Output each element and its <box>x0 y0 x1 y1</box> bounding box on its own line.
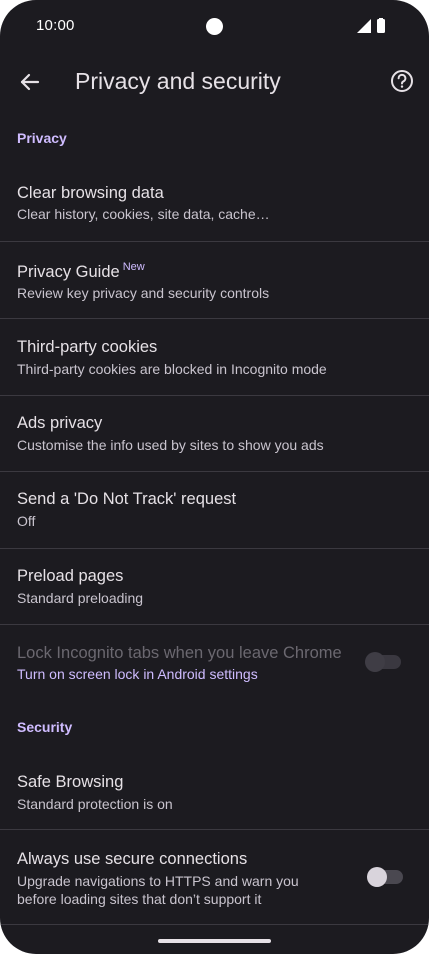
lock-incognito-toggle <box>365 652 401 672</box>
third-party-cookies-item[interactable]: Third-party cookies Third-party cookies … <box>0 319 429 395</box>
item-title: Always use secure connections <box>17 850 248 868</box>
item-subtitle: Customise the info used by sites to show… <box>17 437 324 453</box>
signal-icon <box>357 19 371 33</box>
status-time: 10:00 <box>36 17 75 34</box>
item-subtitle: Standard preloading <box>17 590 144 606</box>
safe-browsing-item[interactable]: Safe Browsing Standard protection is on <box>0 755 429 829</box>
home-indicator[interactable] <box>158 939 271 943</box>
status-icons <box>357 18 391 34</box>
signal-battery-icons <box>357 18 385 33</box>
item-subtitle: Clear history, cookies, site data, cache… <box>17 206 270 222</box>
always-secure-connections-item[interactable]: Always use secure connections Upgrade na… <box>0 830 429 923</box>
item-title: Privacy Guide New <box>17 261 145 282</box>
app-bar: Privacy and security <box>0 52 429 112</box>
section-header-privacy: Privacy <box>17 130 67 146</box>
preload-pages-item[interactable]: Preload pages Standard preloading <box>0 549 429 624</box>
battery-icon <box>377 19 385 33</box>
item-subtitle-line1: Upgrade navigations to HTTPS and warn yo… <box>17 873 299 889</box>
help-circle-icon <box>391 70 413 92</box>
secure-connections-toggle[interactable] <box>367 867 403 887</box>
privacy-guide-item[interactable]: Privacy Guide New Review key privacy and … <box>0 242 429 318</box>
clear-browsing-data-item[interactable]: Clear browsing data Clear history, cooki… <box>0 170 429 241</box>
item-title: Safe Browsing <box>17 773 124 791</box>
toggle-thumb <box>365 652 385 672</box>
toggle-thumb <box>367 867 387 887</box>
divider <box>0 924 429 925</box>
item-title-text: Privacy Guide <box>17 263 120 281</box>
lock-incognito-tabs-item: Lock Incognito tabs when you leave Chrom… <box>0 625 429 695</box>
help-button[interactable] <box>389 68 415 94</box>
item-subtitle: Standard protection is on <box>17 796 173 812</box>
item-title: Third-party cookies <box>17 338 158 356</box>
screen-lock-settings-link[interactable]: Turn on screen lock in Android settings <box>17 666 258 682</box>
phone-screen: 10:00 Privacy and security Privacy Clear… <box>0 0 429 954</box>
page-title: Privacy and security <box>75 68 281 94</box>
item-title: Preload pages <box>17 567 124 585</box>
item-title: Lock Incognito tabs when you leave Chrom… <box>17 644 342 662</box>
status-bar: 10:00 <box>0 0 429 52</box>
item-title: Ads privacy <box>17 414 103 432</box>
item-subtitle: Off <box>17 513 36 529</box>
item-subtitle: Review key privacy and security controls <box>17 285 270 301</box>
item-title: Clear browsing data <box>17 184 164 202</box>
item-title: Send a 'Do Not Track' request <box>17 490 237 508</box>
do-not-track-item[interactable]: Send a 'Do Not Track' request Off <box>0 472 429 548</box>
item-subtitle: Third-party cookies are blocked in Incog… <box>17 361 327 377</box>
arrow-back-icon <box>20 73 40 91</box>
back-button[interactable] <box>16 68 44 96</box>
item-subtitle-line2: before loading sites that don’t support … <box>17 891 262 907</box>
new-badge: New <box>122 261 145 273</box>
section-header-security: Security <box>17 719 73 735</box>
camera-cutout <box>206 18 223 35</box>
ads-privacy-item[interactable]: Ads privacy Customise the info used by s… <box>0 396 429 471</box>
